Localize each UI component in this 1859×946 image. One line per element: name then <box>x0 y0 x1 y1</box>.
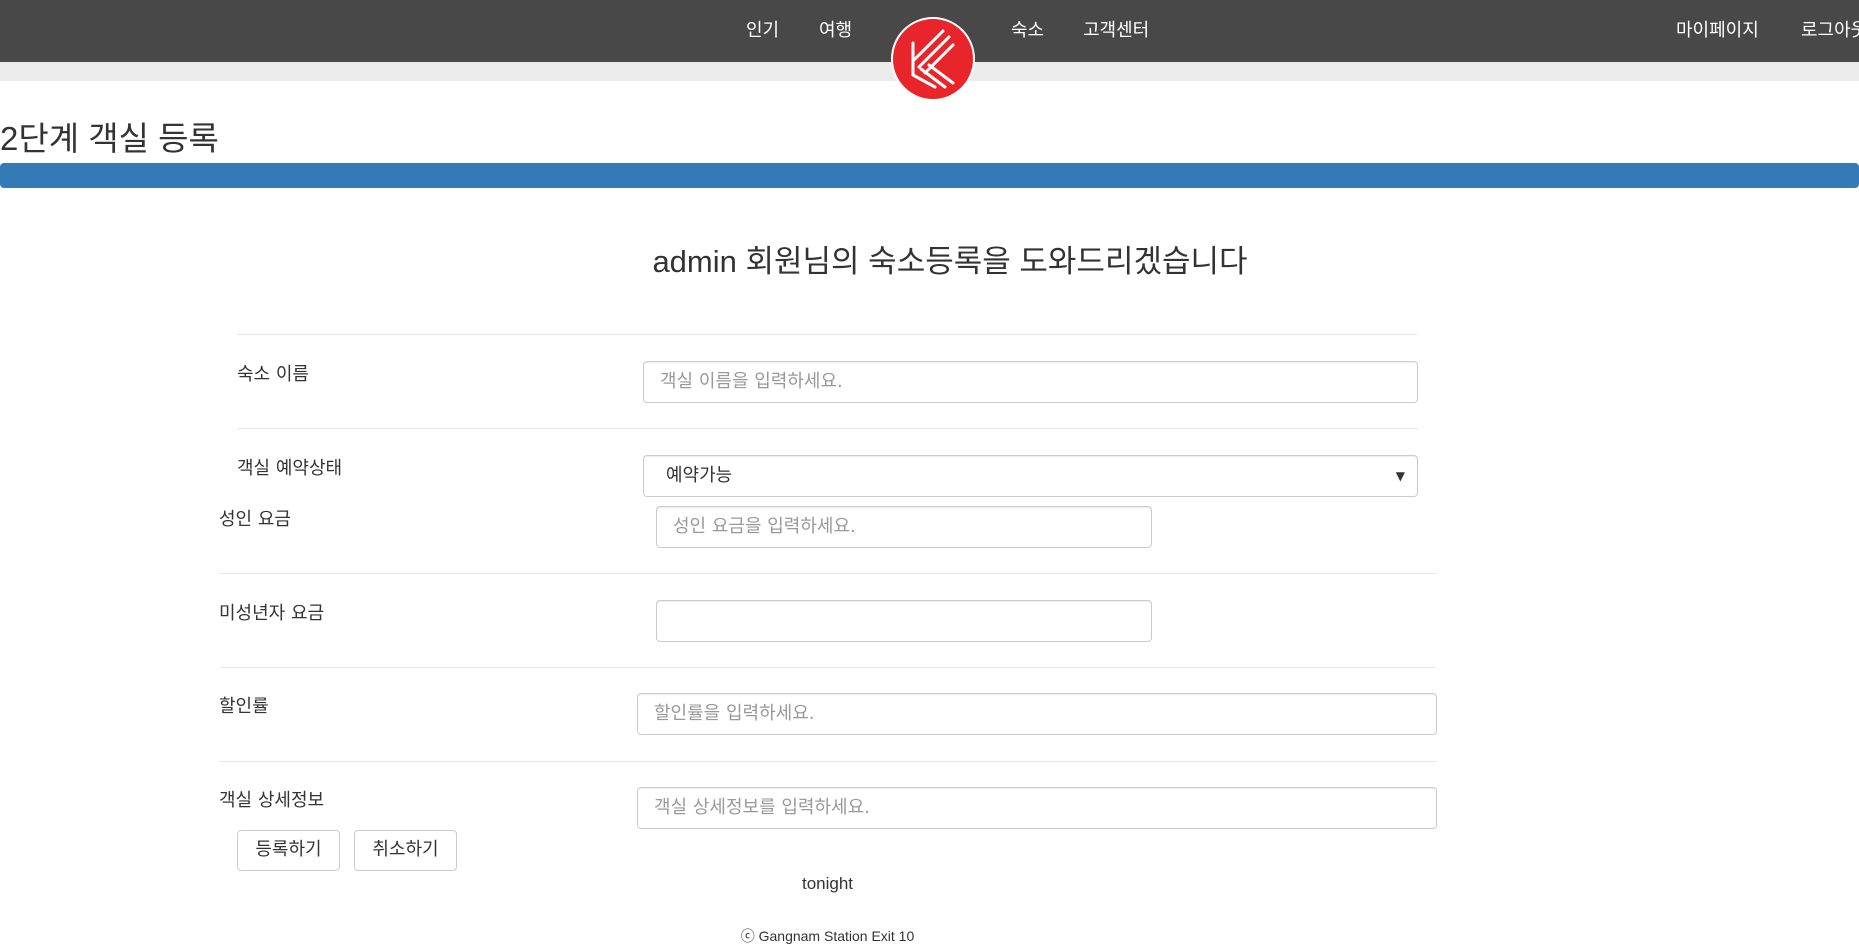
logo-icon[interactable] <box>891 17 975 101</box>
name-label: 숙소 이름 <box>237 364 309 385</box>
footer-copyright: ⓒ Gangnam Station Exit 10 <box>740 928 915 944</box>
room-name-input[interactable]: 객실 이름을 입력하세요. <box>643 361 1418 403</box>
page-title: 2단계 객실 등록 <box>0 120 219 157</box>
welcome-message: admin 회원님의 숙소등록을 도와드리겠습니다 <box>652 244 1248 279</box>
nav-logout[interactable]: 로그아웃 <box>1801 16 1859 42</box>
detail-label: 객실 상세정보 <box>219 790 325 811</box>
discount-input[interactable]: 할인률을 입력하세요. <box>637 693 1437 735</box>
nav-lodging[interactable]: 숙소 <box>1011 16 1044 42</box>
divider <box>219 573 1437 574</box>
room-detail-placeholder: 객실 상세정보를 입력하세요. <box>654 797 870 818</box>
nav-mypage[interactable]: 마이페이지 <box>1676 16 1759 42</box>
divider <box>237 334 1418 335</box>
adult-price-input[interactable]: 성인 요금을 입력하세요. <box>656 506 1152 548</box>
status-selected-value: 예약가능 <box>666 465 733 486</box>
cancel-button[interactable]: 취소하기 <box>354 830 457 871</box>
room-name-placeholder: 객실 이름을 입력하세요. <box>660 371 843 392</box>
adult-price-placeholder: 성인 요금을 입력하세요. <box>673 516 856 537</box>
nav-support[interactable]: 고객센터 <box>1083 16 1149 42</box>
nav-popular[interactable]: 인기 <box>746 16 779 42</box>
divider <box>237 428 1418 429</box>
discount-placeholder: 할인률을 입력하세요. <box>654 703 815 724</box>
status-label: 객실 예약상태 <box>237 458 343 479</box>
discount-label: 할인률 <box>219 696 269 717</box>
minor-price-label: 미성년자 요금 <box>219 603 325 624</box>
submit-button[interactable]: 등록하기 <box>237 830 340 871</box>
adult-price-label: 성인 요금 <box>219 509 291 530</box>
room-detail-input[interactable]: 객실 상세정보를 입력하세요. <box>637 787 1437 829</box>
nav-travel[interactable]: 여행 <box>819 16 852 42</box>
progress-bar <box>0 163 1859 188</box>
footer-brand: tonight <box>801 874 854 893</box>
divider <box>219 761 1437 762</box>
chevron-down-icon: ▼ <box>1395 469 1405 483</box>
reservation-status-select[interactable]: 예약가능 ▼ <box>643 455 1418 497</box>
minor-price-input[interactable] <box>656 600 1152 642</box>
divider <box>219 667 1437 668</box>
